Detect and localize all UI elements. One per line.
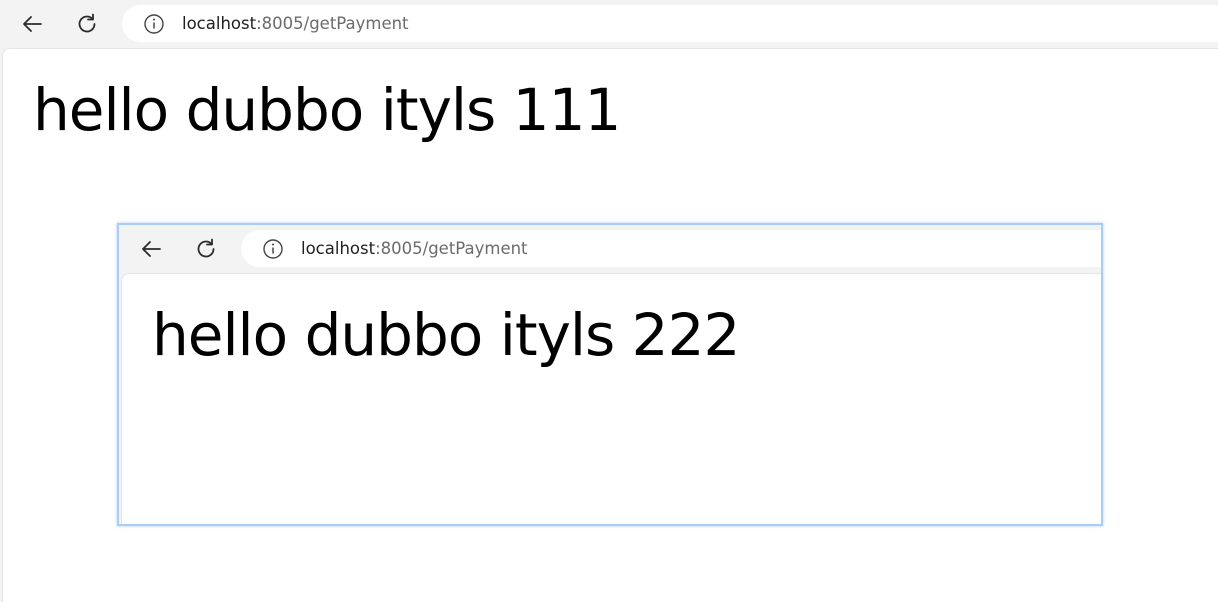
info-icon[interactable] <box>143 13 165 35</box>
embedded-address-bar: localhost:8005/getPayment <box>241 230 1101 267</box>
embedded-url-path: :8005/getPayment <box>375 239 528 258</box>
reload-button[interactable] <box>71 8 103 40</box>
embedded-browser-toolbar: localhost:8005/getPayment <box>119 225 1101 273</box>
embedded-back-button <box>135 233 167 265</box>
page-heading: hello dubbo ityls 111 <box>33 76 621 144</box>
embedded-url-text: localhost:8005/getPayment <box>301 239 528 258</box>
embedded-page-content: hello dubbo ityls 222 <box>121 273 1101 524</box>
embedded-page-heading: hello dubbo ityls 222 <box>152 301 740 369</box>
info-icon <box>262 238 284 260</box>
back-button[interactable] <box>16 8 48 40</box>
url-path: :8005/getPayment <box>256 14 409 33</box>
embedded-screenshot: localhost:8005/getPayment hello dubbo it… <box>117 223 1103 526</box>
url-text: localhost:8005/getPayment <box>182 14 409 33</box>
address-bar[interactable]: localhost:8005/getPayment <box>122 5 1218 42</box>
browser-toolbar: localhost:8005/getPayment <box>0 0 1218 48</box>
reload-icon <box>195 238 217 260</box>
back-arrow-icon <box>140 238 162 260</box>
embedded-url-host: localhost <box>301 239 376 258</box>
reload-icon <box>76 13 98 35</box>
back-arrow-icon <box>21 13 43 35</box>
url-host: localhost <box>182 14 257 33</box>
embedded-reload-button <box>190 233 222 265</box>
